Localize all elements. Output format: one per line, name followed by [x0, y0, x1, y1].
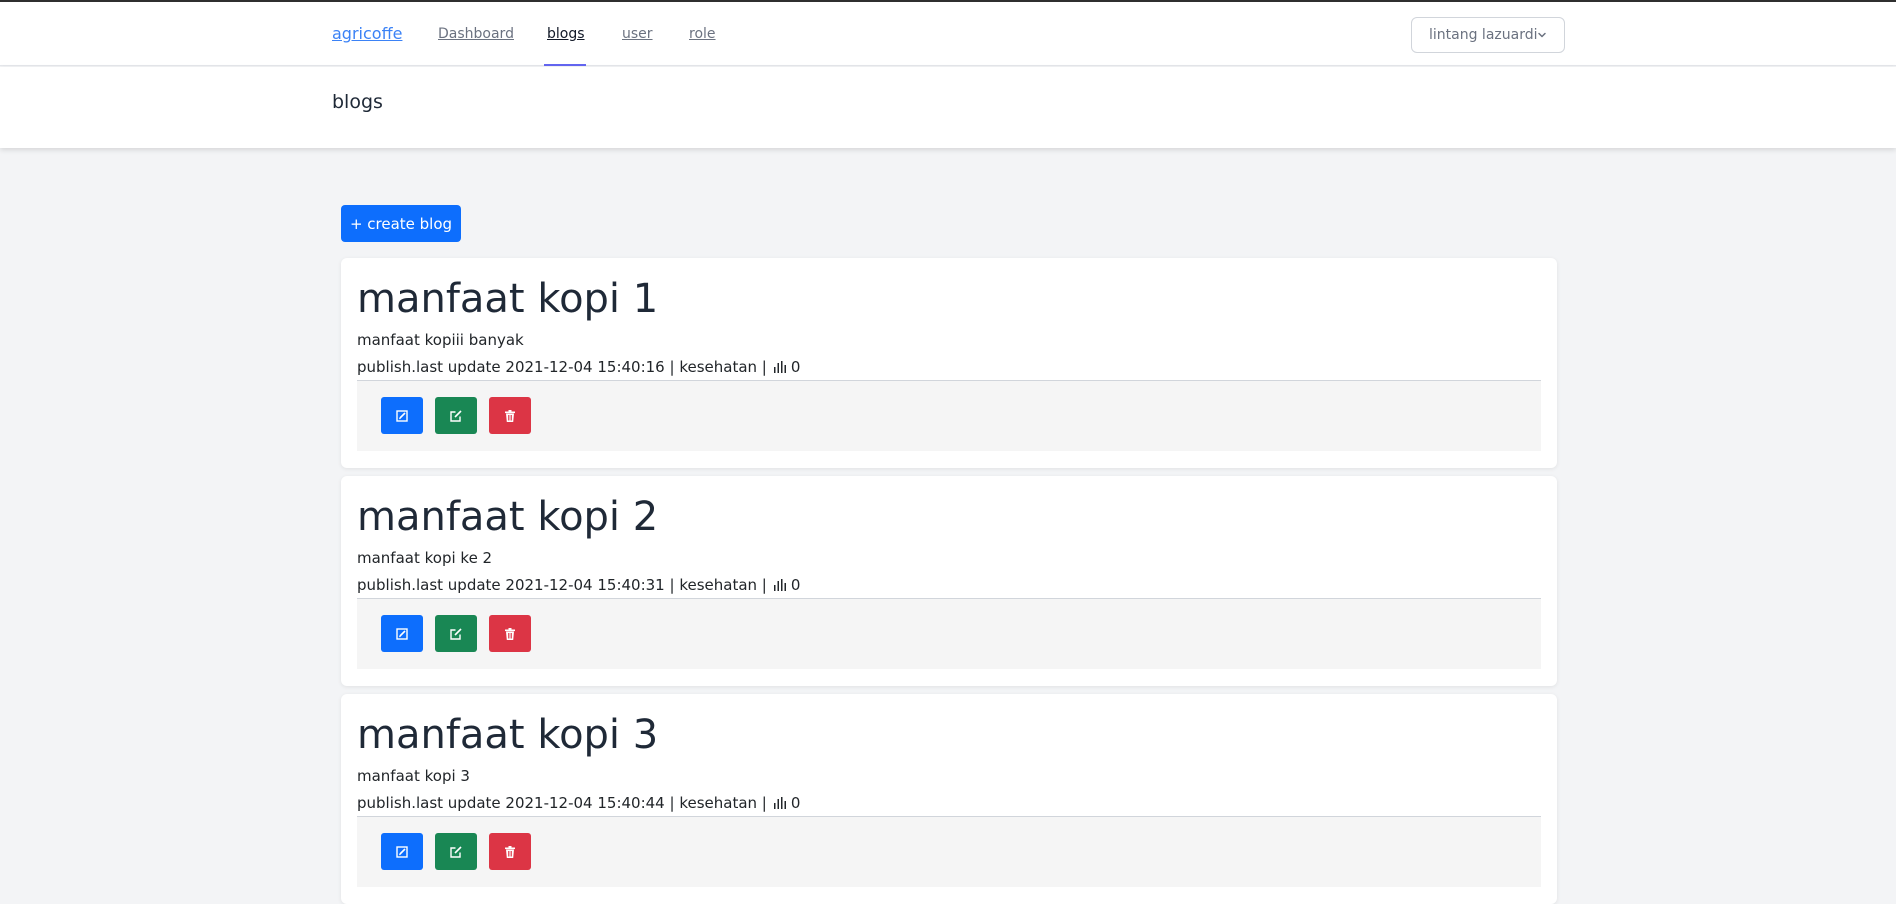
bar-chart-icon — [773, 579, 786, 591]
external-edit-icon — [450, 627, 462, 640]
edit-blog-button[interactable] — [381, 397, 423, 434]
blog-description: manfaat kopi ke 2 — [357, 549, 493, 567]
page-title: blogs — [332, 91, 383, 113]
edit-icon — [396, 845, 408, 858]
blog-title: manfaat kopi 1 — [357, 276, 659, 322]
blog-meta: publish.last update 2021-12-04 15:40:16 … — [357, 358, 800, 376]
brand-link[interactable]: agricoffe — [332, 24, 402, 43]
blog-meta: publish.last update 2021-12-04 15:40:31 … — [357, 576, 800, 594]
delete-blog-button[interactable] — [489, 615, 531, 652]
blog-card: manfaat kopi 3 manfaat kopi 3 publish.la… — [341, 694, 1557, 904]
blog-meta-text: publish.last update 2021-12-04 15:40:16 … — [357, 358, 767, 376]
blog-card: manfaat kopi 2 manfaat kopi ke 2 publish… — [341, 476, 1557, 686]
nav-link-role[interactable]: role — [689, 26, 716, 42]
blog-description: manfaat kopi 3 — [357, 767, 470, 785]
blog-meta-text: publish.last update 2021-12-04 15:40:31 … — [357, 576, 767, 594]
bar-chart-icon — [773, 361, 786, 373]
nav-link-dashboard[interactable]: Dashboard — [438, 26, 514, 42]
create-blog-button[interactable]: + create blog — [341, 205, 461, 242]
blog-actions-bar — [357, 816, 1541, 887]
active-nav-indicator — [544, 64, 586, 66]
blog-title: manfaat kopi 3 — [357, 712, 659, 758]
external-edit-icon — [450, 845, 462, 858]
trash-icon — [505, 845, 515, 858]
user-name: lintang lazuardi — [1429, 27, 1538, 43]
edit-icon — [396, 409, 408, 422]
external-edit-icon — [450, 409, 462, 422]
open-blog-button[interactable] — [435, 397, 477, 434]
blog-views-count: 0 — [790, 358, 801, 376]
blog-actions-bar — [357, 598, 1541, 669]
blog-card: manfaat kopi 1 manfaat kopiii banyak pub… — [341, 258, 1557, 468]
nav-link-blogs[interactable]: blogs — [547, 26, 585, 42]
trash-icon — [505, 409, 515, 422]
blog-views-count: 0 — [790, 576, 801, 594]
edit-icon — [396, 627, 408, 640]
delete-blog-button[interactable] — [489, 397, 531, 434]
open-blog-button[interactable] — [435, 615, 477, 652]
page-header: blogs — [0, 67, 1896, 148]
blog-meta-text: publish.last update 2021-12-04 15:40:44 … — [357, 794, 767, 812]
delete-blog-button[interactable] — [489, 833, 531, 870]
blog-description: manfaat kopiii banyak — [357, 331, 524, 349]
user-menu-dropdown[interactable]: lintang lazuardi — [1411, 17, 1565, 53]
chevron-down-icon — [1538, 32, 1546, 38]
edit-blog-button[interactable] — [381, 833, 423, 870]
trash-icon — [505, 627, 515, 640]
top-navbar: agricoffe Dashboard blogs user role lint… — [0, 2, 1896, 66]
edit-blog-button[interactable] — [381, 615, 423, 652]
open-blog-button[interactable] — [435, 833, 477, 870]
blog-title: manfaat kopi 2 — [357, 494, 659, 540]
bar-chart-icon — [773, 797, 786, 809]
blog-views-count: 0 — [790, 794, 801, 812]
nav-link-user[interactable]: user — [622, 26, 653, 42]
blog-actions-bar — [357, 380, 1541, 451]
blog-meta: publish.last update 2021-12-04 15:40:44 … — [357, 794, 800, 812]
